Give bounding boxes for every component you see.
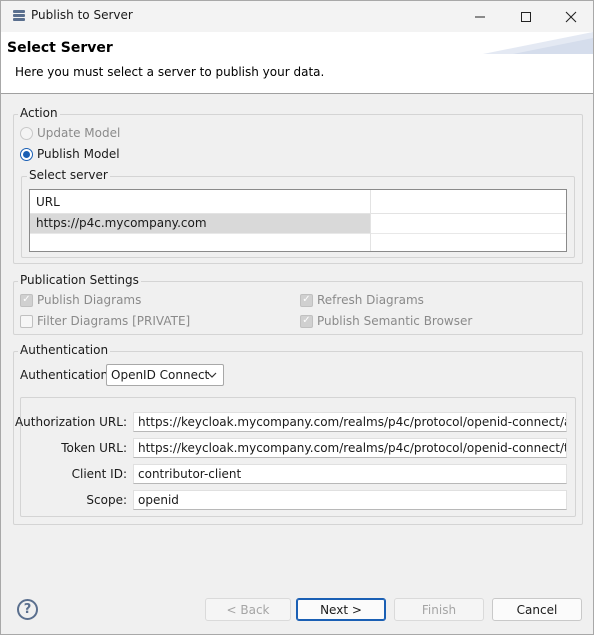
chevron-down-icon <box>207 372 217 378</box>
authentication-type-label: Authentication: <box>20 368 113 382</box>
token-url-label: Token URL: <box>61 441 127 455</box>
publish-diagrams-checkbox[interactable]: ✓ <box>20 293 33 307</box>
publish-model-option[interactable]: Publish Model <box>20 147 120 161</box>
authentication-type-value: OpenID Connect <box>111 368 210 382</box>
refresh-diagrams-label: Refresh Diagrams <box>317 293 424 307</box>
close-button[interactable] <box>548 1 594 32</box>
filter-diagrams-checkbox[interactable] <box>20 314 33 328</box>
url-column-header: URL <box>36 195 60 209</box>
window-title: Publish to Server <box>31 8 133 22</box>
update-model-radio[interactable] <box>20 126 33 140</box>
table-row[interactable]: https://p4c.mycompany.com <box>30 214 370 233</box>
publication-settings-label: Publication Settings <box>18 273 141 287</box>
app-icon <box>12 9 26 23</box>
publish-model-radio[interactable] <box>20 147 33 161</box>
filter-diagrams-label: Filter Diagrams [PRIVATE] <box>37 314 191 328</box>
minimize-icon <box>475 16 485 17</box>
server-table[interactable]: URL https://p4c.mycompany.com <box>29 189 567 252</box>
authentication-group-label: Authentication <box>18 343 111 357</box>
action-group-label: Action <box>18 106 60 120</box>
table-header: URL <box>30 190 566 214</box>
token-url-field[interactable]: https://keycloak.mycompany.com/realms/p4… <box>133 438 567 458</box>
minimize-button[interactable] <box>457 1 503 32</box>
publish-diagrams-label: Publish Diagrams <box>37 293 142 307</box>
authorization-url-label: Authorization URL: <box>14 415 127 429</box>
help-button[interactable]: ? <box>17 599 38 620</box>
scope-field[interactable]: openid <box>133 490 567 510</box>
next-button[interactable]: Next > <box>296 598 386 621</box>
update-model-option[interactable]: Update Model <box>20 126 120 140</box>
publish-semantic-browser-checkbox[interactable]: ✓ <box>300 314 313 328</box>
client-id-field[interactable]: contributor-client <box>133 464 567 484</box>
finish-button[interactable]: Finish <box>394 598 484 621</box>
publish-dialog: Publish to Server Select Server Here you… <box>0 0 594 635</box>
column-divider <box>370 190 371 251</box>
refresh-diagrams-checkbox[interactable]: ✓ <box>300 293 313 307</box>
row-divider <box>30 233 566 234</box>
close-icon <box>565 11 577 22</box>
page-title: Select Server <box>7 40 113 56</box>
back-button[interactable]: < Back <box>205 598 291 621</box>
maximize-button[interactable] <box>503 1 549 32</box>
refresh-diagrams-option[interactable]: ✓ Refresh Diagrams <box>300 293 424 307</box>
page-message: Here you must select a server to publish… <box>15 65 325 79</box>
maximize-icon <box>521 11 531 22</box>
filter-diagrams-option[interactable]: Filter Diagrams [PRIVATE] <box>20 314 190 328</box>
banner-decoration <box>483 32 593 54</box>
publish-semantic-browser-option[interactable]: ✓ Publish Semantic Browser <box>300 314 472 328</box>
help-icon: ? <box>23 602 32 617</box>
publish-model-label: Publish Model <box>37 147 120 161</box>
publish-semantic-browser-label: Publish Semantic Browser <box>317 314 473 328</box>
authorization-url-field[interactable]: https://keycloak.mycompany.com/realms/p4… <box>133 412 567 432</box>
select-server-label: Select server <box>27 168 110 182</box>
scope-label: Scope: <box>86 493 127 507</box>
update-model-label: Update Model <box>37 126 121 140</box>
wizard-header: Select Server Here you must select a ser… <box>1 32 593 94</box>
cancel-button[interactable]: Cancel <box>492 598 582 621</box>
authentication-type-select[interactable]: OpenID Connect <box>106 364 224 386</box>
server-url-cell: https://p4c.mycompany.com <box>36 216 207 230</box>
client-id-label: Client ID: <box>71 467 127 481</box>
title-bar: Publish to Server <box>1 1 593 32</box>
publish-diagrams-option[interactable]: ✓ Publish Diagrams <box>20 293 141 307</box>
